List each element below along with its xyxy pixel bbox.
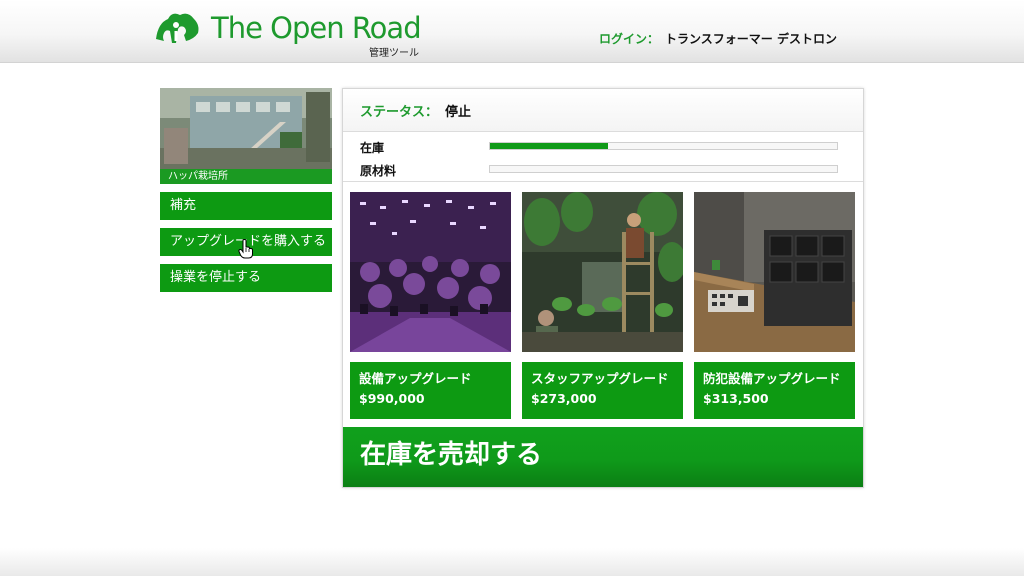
stock-progress-bar	[489, 142, 838, 150]
login-username: トランスフォーマー デストロン	[665, 32, 837, 46]
security-upgrade-image	[694, 192, 855, 352]
supplies-progress-bar	[489, 165, 838, 173]
status-row: ステータス： 停止	[343, 89, 863, 132]
upgrade-card-security: 防犯設備アップグレード $313,500	[694, 192, 855, 419]
stock-label: 在庫	[360, 141, 385, 155]
hand-pointer-icon	[238, 239, 253, 259]
upgrade-price: $313,500	[703, 391, 769, 406]
app-header: The Open Road 管理ツール ログイン： トランスフォーマー デストロ…	[0, 0, 1024, 63]
status-value: 停止	[445, 105, 472, 120]
upgrade-card-staff: スタッフアップグレード $273,000	[522, 192, 683, 419]
sell-stock-button[interactable]: 在庫を売却する	[343, 427, 863, 487]
supplies-label: 原材料	[360, 164, 397, 178]
upgrade-price: $990,000	[359, 391, 425, 406]
bottom-shadow	[0, 548, 1024, 576]
shut-down-button[interactable]: 操業を停止する	[160, 264, 332, 292]
status-label: ステータス：	[360, 105, 439, 120]
business-thumbnail: ハッパ栽培所	[160, 88, 332, 184]
app-title: The Open Road	[211, 11, 422, 45]
staff-upgrade-button[interactable]: スタッフアップグレード $273,000	[522, 362, 683, 419]
app-subtitle: 管理ツール	[369, 48, 419, 59]
equipment-upgrade-image	[350, 192, 511, 352]
upgrade-name: 防犯設備アップグレード	[703, 371, 841, 386]
section-divider	[343, 181, 863, 182]
upgrade-name: 設備アップグレード	[359, 371, 472, 386]
upgrade-card-equipment: 設備アップグレード $990,000	[350, 192, 511, 419]
stock-progress-fill	[490, 143, 608, 149]
login-label: ログイン：	[599, 32, 660, 46]
biker-logo-icon	[156, 13, 199, 43]
upgrade-price: $273,000	[531, 391, 597, 406]
staff-upgrade-image	[522, 192, 683, 352]
equipment-upgrade-button[interactable]: 設備アップグレード $990,000	[350, 362, 511, 419]
resupply-button[interactable]: 補充	[160, 192, 332, 220]
upgrade-name: スタッフアップグレード	[531, 371, 669, 386]
business-panel: ステータス： 停止 在庫 原材料 設備アップグレード $990,000 スタッフ…	[342, 88, 864, 488]
security-upgrade-button[interactable]: 防犯設備アップグレード $313,500	[694, 362, 855, 419]
business-name: ハッパ栽培所	[160, 169, 332, 184]
